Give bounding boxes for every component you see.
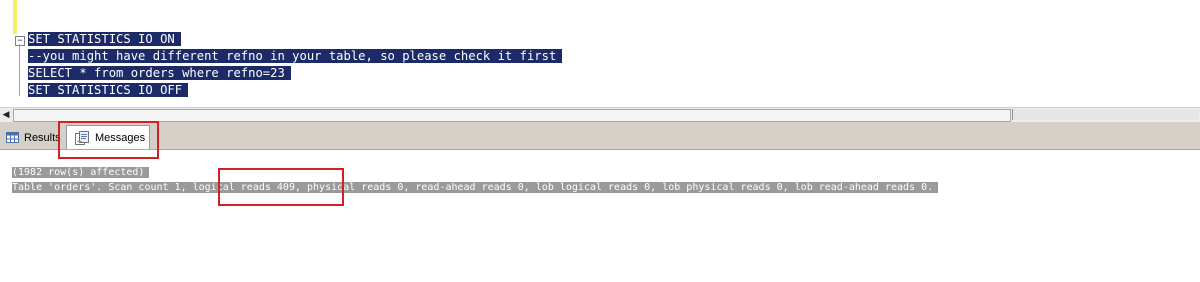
code-line[interactable]: --you might have different refno in your… — [28, 49, 563, 64]
message-text: (1982 row(s) affected) — [12, 167, 150, 178]
code-line[interactable]: SET STATISTICS IO ON — [28, 32, 181, 47]
messages-pane[interactable]: (1982 row(s) affected) Table 'orders'. S… — [0, 150, 1200, 282]
message-line: Table 'orders'. Scan count 1, logical re… — [12, 181, 939, 194]
code-text: SET STATISTICS IO OFF — [28, 83, 189, 97]
outline-line — [19, 44, 20, 96]
results-tab-strip: Results Messages — [0, 122, 1200, 150]
grid-icon — [6, 132, 19, 143]
change-tracking-bar — [13, 0, 17, 34]
collapse-icon[interactable]: − — [15, 36, 25, 46]
messages-icon — [75, 131, 89, 145]
tab-results-label: Results — [24, 132, 61, 144]
tab-results[interactable]: Results — [2, 127, 64, 149]
scroll-left-icon[interactable]: ◀ — [0, 108, 12, 122]
tab-messages-label: Messages — [95, 132, 146, 144]
scrollbar-thumb[interactable] — [13, 109, 1011, 122]
scrollbar-track[interactable] — [1012, 109, 1199, 120]
horizontal-scrollbar[interactable]: ◀ — [0, 107, 1200, 122]
code-text: SET STATISTICS IO ON — [28, 32, 181, 46]
code-line[interactable]: SELECT * from orders where refno=23 — [28, 66, 291, 81]
code-text: SELECT * from orders where refno=23 — [28, 66, 291, 80]
code-text: --you might have different refno in your… — [28, 49, 563, 63]
editor-margin — [0, 0, 12, 107]
query-editor[interactable]: − SET STATISTICS IO ON --you might have … — [0, 0, 1200, 107]
message-text: Table 'orders'. Scan count 1, logical re… — [12, 182, 939, 193]
message-line: (1982 row(s) affected) — [12, 166, 150, 179]
tab-messages[interactable]: Messages — [66, 125, 150, 149]
code-line[interactable]: SET STATISTICS IO OFF — [28, 83, 189, 98]
